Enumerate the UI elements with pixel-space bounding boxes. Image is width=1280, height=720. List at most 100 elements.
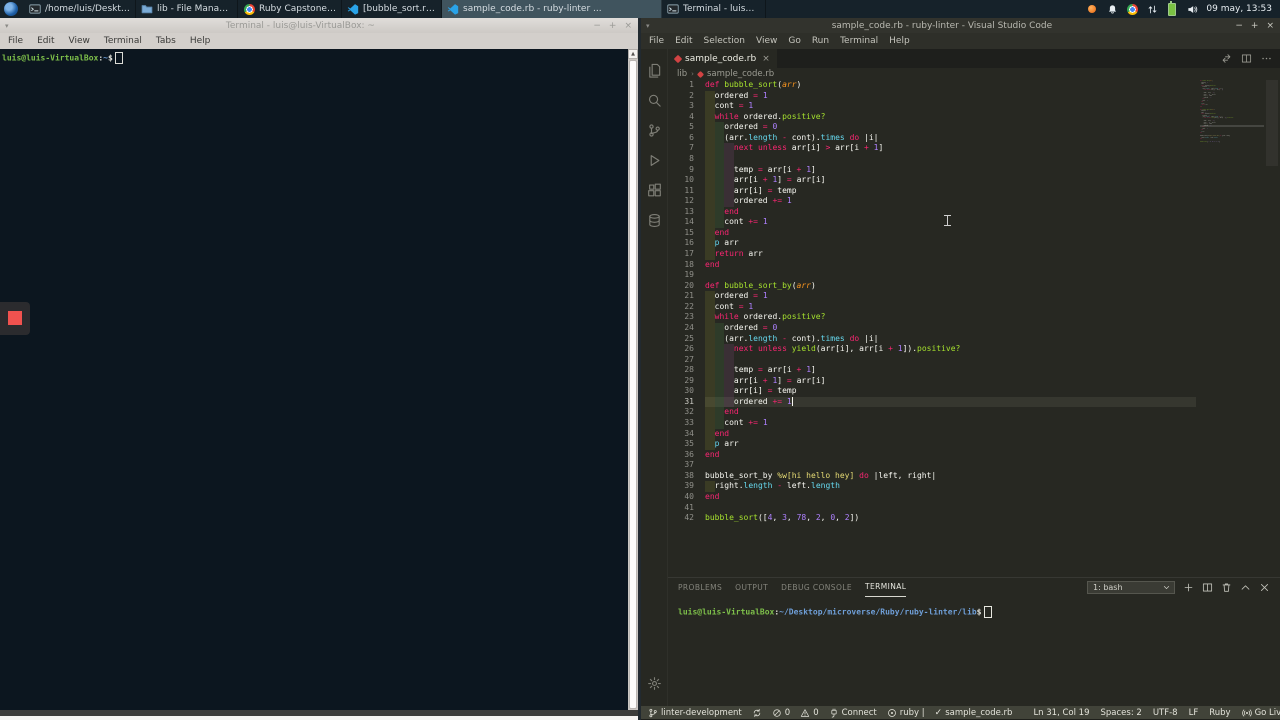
line-number[interactable]: 37: [668, 460, 705, 471]
code-line[interactable]: end: [705, 227, 1196, 239]
line-number[interactable]: 16: [668, 238, 705, 249]
line-number[interactable]: 34: [668, 429, 705, 440]
line-number[interactable]: 1: [668, 80, 705, 91]
code-line[interactable]: return arr: [705, 249, 1196, 260]
code-line[interactable]: ordered = 0: [705, 322, 1196, 334]
code-line[interactable]: ordered += 1: [705, 196, 1196, 207]
code-line[interactable]: cont += 1: [705, 418, 1196, 429]
line-number[interactable]: 15: [668, 228, 705, 239]
taskbar-button-1[interactable]: lib - File Manager: [136, 0, 238, 18]
code-line[interactable]: temp = arr[i + 1]: [705, 365, 1196, 376]
activity-extensions-icon[interactable]: [641, 175, 668, 205]
integrated-terminal[interactable]: luis@luis-VirtualBox:~/Desktop/microvers…: [668, 596, 1280, 618]
line-number[interactable]: 3: [668, 101, 705, 112]
line-number[interactable]: 33: [668, 418, 705, 429]
line-number[interactable]: 23: [668, 312, 705, 323]
maximize-button[interactable]: +: [1251, 21, 1259, 31]
line-number[interactable]: 6: [668, 133, 705, 144]
vscode-menu-go[interactable]: Go: [788, 36, 800, 46]
code-line[interactable]: arr[i] = temp: [705, 386, 1196, 397]
window-menu-icon[interactable]: ▾: [0, 22, 14, 30]
line-number[interactable]: 5: [668, 122, 705, 133]
record-indicator-icon[interactable]: [8, 311, 22, 325]
scroll-up-icon[interactable]: ▲: [628, 49, 638, 59]
code-line[interactable]: [705, 503, 1196, 514]
status-indentation[interactable]: Spaces: 2: [1101, 708, 1142, 718]
status-git-branch[interactable]: linter-development: [648, 708, 742, 718]
status-encoding[interactable]: UTF-8: [1153, 708, 1178, 718]
line-number[interactable]: 12: [668, 196, 705, 207]
line-number[interactable]: 20: [668, 281, 705, 292]
status-connect[interactable]: Connect: [829, 708, 877, 718]
status-warnings[interactable]: 0: [800, 708, 819, 718]
panel-tab-debug-console[interactable]: DEBUG CONSOLE: [781, 578, 852, 596]
terminal-menu-tabs[interactable]: Tabs: [156, 36, 176, 46]
code-line[interactable]: right.length - left.length: [705, 481, 1196, 492]
vscode-menu-run[interactable]: Run: [812, 36, 829, 46]
code-line[interactable]: end: [705, 492, 1196, 503]
scrollbar-thumb[interactable]: [629, 60, 637, 709]
line-number[interactable]: 42: [668, 513, 705, 524]
code-line[interactable]: while ordered.positive?: [705, 312, 1196, 323]
line-number[interactable]: 17: [668, 249, 705, 260]
code-line[interactable]: ordered = 0: [705, 122, 1196, 133]
close-tab-icon[interactable]: ×: [762, 54, 770, 64]
code-line[interactable]: [705, 460, 1196, 471]
tab-sample-code[interactable]: sample_code.rb ×: [668, 49, 777, 68]
activity-run-debug-icon[interactable]: [641, 145, 668, 175]
code-line[interactable]: while ordered.positive?: [705, 111, 1196, 123]
window-menu-icon[interactable]: ▾: [641, 22, 655, 30]
status-cursor-position[interactable]: Ln 31, Col 19: [1033, 708, 1089, 718]
line-number[interactable]: 4: [668, 112, 705, 123]
line-number[interactable]: 8: [668, 154, 705, 165]
line-number[interactable]: 27: [668, 355, 705, 366]
split-terminal-icon[interactable]: [1202, 582, 1213, 593]
close-panel-icon[interactable]: [1259, 582, 1270, 593]
code-line[interactable]: cont = 1: [705, 101, 1196, 112]
shell-selector-dropdown[interactable]: 1: bash: [1087, 580, 1175, 594]
breadcrumb-folder[interactable]: lib: [677, 69, 687, 79]
line-number[interactable]: 25: [668, 334, 705, 345]
terminal-menu-help[interactable]: Help: [190, 36, 211, 46]
applications-menu-icon[interactable]: [4, 2, 18, 16]
code-line[interactable]: [705, 354, 1196, 366]
chrome-icon[interactable]: [1126, 3, 1138, 15]
code-line[interactable]: [705, 153, 1196, 165]
status-language-mode[interactable]: Ruby: [1209, 708, 1230, 718]
activity-source-control-icon[interactable]: [641, 115, 668, 145]
line-number[interactable]: 36: [668, 450, 705, 461]
code-editor[interactable]: 1 2 3 4 5 6 7 8 9 10 11 12 13 14 15 16 17 18 19 20 21 22 23 24 2…: [668, 80, 1280, 577]
line-number[interactable]: 28: [668, 365, 705, 376]
taskbar-button-2[interactable]: Ruby Capstone Project: Ruby ...: [238, 0, 342, 18]
terminal-menu-edit[interactable]: Edit: [37, 36, 54, 46]
line-number[interactable]: 9: [668, 165, 705, 176]
taskbar-button-0[interactable]: /home/luis/Desktop/microve...: [24, 0, 136, 18]
line-number[interactable]: 10: [668, 175, 705, 186]
code-line[interactable]: bubble_sort([4, 3, 78, 2, 0, 2]): [705, 513, 1196, 524]
panel-tab-terminal[interactable]: TERMINAL: [865, 578, 907, 597]
line-number[interactable]: 35: [668, 439, 705, 450]
line-number[interactable]: 7: [668, 143, 705, 154]
code-line[interactable]: temp = arr[i + 1]: [705, 164, 1196, 176]
activity-search-icon[interactable]: [641, 85, 668, 115]
code-line[interactable]: ordered = 1: [705, 291, 1196, 302]
vscode-titlebar[interactable]: ▾ sample_code.rb - ruby-linter - Visual …: [641, 18, 1280, 33]
vscode-menu-help[interactable]: Help: [889, 36, 910, 46]
compare-icon[interactable]: [1221, 53, 1232, 64]
terminal-titlebar[interactable]: ▾ Terminal - luis@luis-VirtualBox: ~ − + ×: [0, 18, 638, 34]
line-number[interactable]: 13: [668, 207, 705, 218]
vscode-menu-file[interactable]: File: [649, 36, 664, 46]
code-line[interactable]: p arr: [705, 439, 1196, 450]
line-number[interactable]: 2: [668, 91, 705, 102]
panel-tab-output[interactable]: OUTPUT: [735, 578, 768, 596]
line-number[interactable]: 40: [668, 492, 705, 503]
code-line[interactable]: end: [705, 260, 1196, 271]
status-go-live[interactable]: Go Live: [1241, 708, 1280, 718]
taskbar-button-4[interactable]: sample_code.rb - ruby-linter ...: [442, 0, 662, 18]
code-line[interactable]: p arr: [705, 238, 1196, 249]
line-number[interactable]: 29: [668, 376, 705, 387]
battery-icon[interactable]: [1166, 0, 1178, 16]
line-number[interactable]: 41: [668, 503, 705, 514]
line-number[interactable]: 18: [668, 260, 705, 271]
more-actions-icon[interactable]: [1261, 53, 1272, 64]
